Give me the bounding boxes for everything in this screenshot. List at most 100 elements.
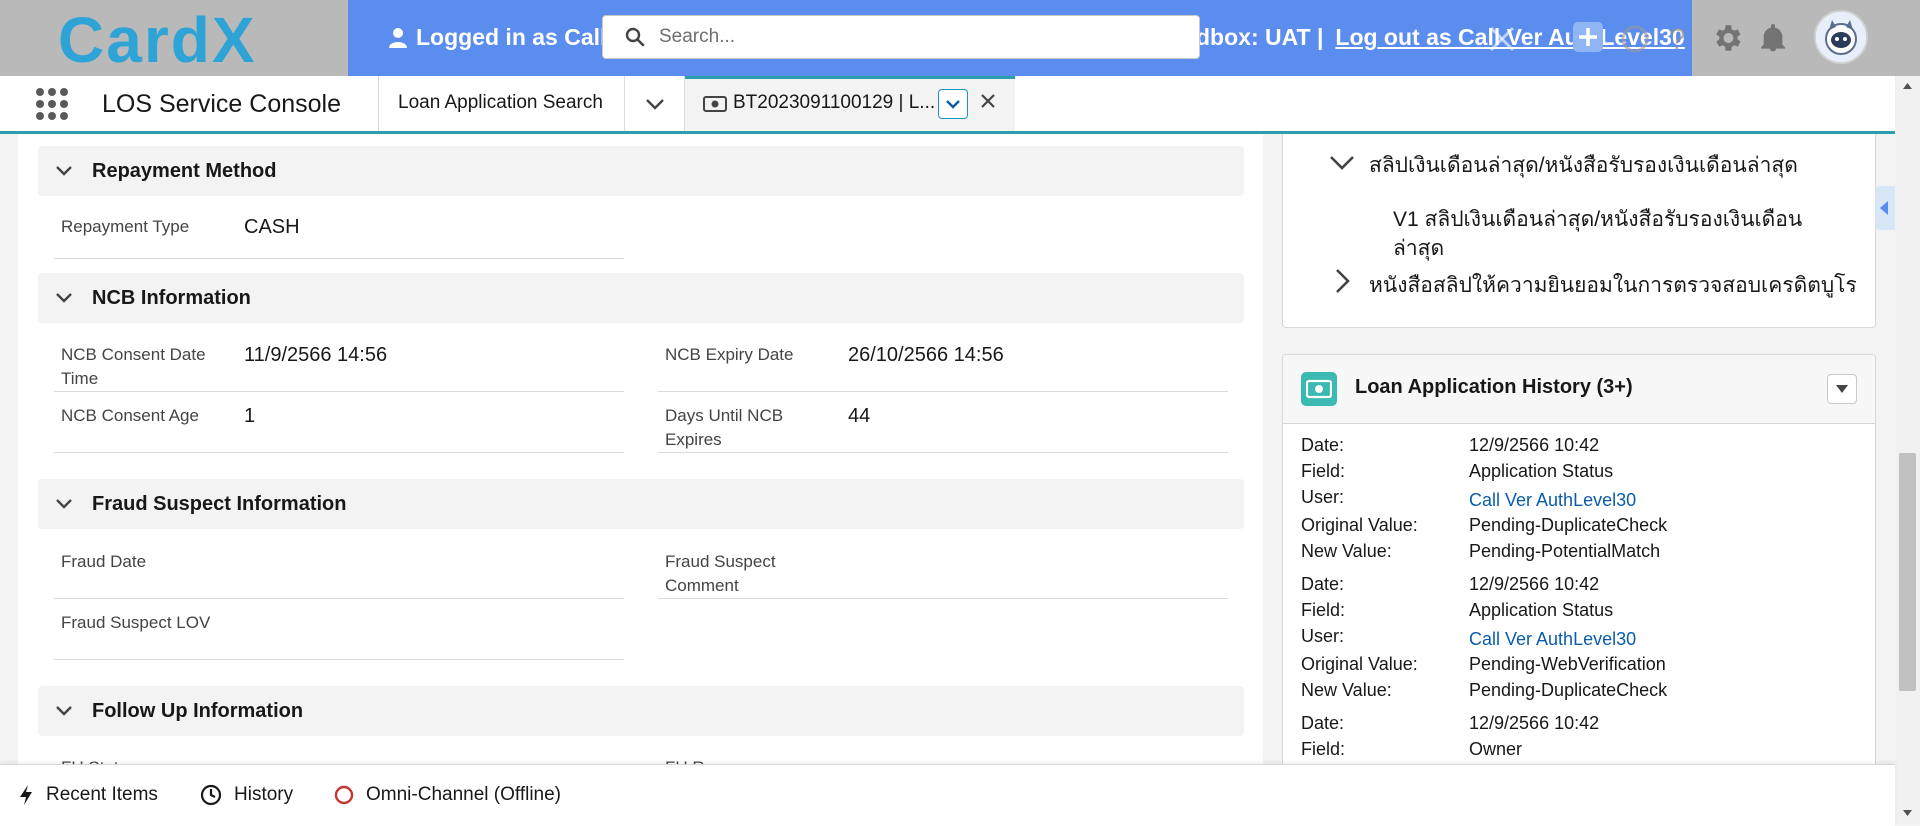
- field-label: Fraud Suspect LOV: [61, 613, 211, 632]
- setup-gear-icon[interactable]: [1710, 21, 1744, 55]
- history-row-field: Field: Application Status: [1301, 461, 1614, 481]
- chevron-down-icon: [946, 100, 960, 109]
- cardx-logo[interactable]: CardX: [58, 6, 298, 72]
- field-label: FU Status: [61, 756, 211, 764]
- field-value: 1: [244, 405, 256, 427]
- field-repayment-type: Repayment Type CASH: [54, 215, 624, 259]
- chevron-right-icon[interactable]: [1333, 267, 1353, 295]
- money-icon: [1301, 372, 1337, 406]
- field-label: FU R: [665, 756, 815, 764]
- clock-icon: [200, 784, 222, 806]
- sandbox-text: dbox: UAT |: [1196, 24, 1324, 50]
- section-ncb-information[interactable]: NCB Information: [38, 273, 1244, 323]
- document-item-line2[interactable]: ล่าสุด: [1393, 232, 1444, 265]
- money-icon: [703, 96, 727, 112]
- field-value: CASH: [244, 216, 300, 238]
- field-fu-r: FU R: [658, 756, 1228, 764]
- user-link[interactable]: Call Ver AuthLevel30: [1469, 629, 1636, 650]
- history-row-original-value: Original Value: Pending-WebVerification: [1301, 654, 1666, 674]
- help-icon[interactable]: ?: [1664, 22, 1694, 56]
- scroll-up-arrow-icon[interactable]: [1902, 82, 1913, 90]
- trailhead-icon[interactable]: [1618, 22, 1652, 56]
- section-follow-up-information[interactable]: Follow Up Information: [38, 686, 1244, 736]
- scroll-down-arrow-icon[interactable]: [1902, 809, 1913, 817]
- console-nav-bar: LOS Service Console Loan Application Sea…: [0, 76, 1895, 134]
- utility-history[interactable]: History: [200, 784, 293, 806]
- notification-bell-icon[interactable]: [1757, 21, 1789, 55]
- app-name: LOS Service Console: [102, 90, 342, 118]
- section-title: NCB Information: [92, 286, 251, 309]
- svg-text:?: ?: [1669, 23, 1686, 56]
- section-title: Repayment Method: [92, 159, 277, 182]
- documents-card: สลิปเงินเดือนล่าสุด/หนังสือรับรองเงินเดื…: [1282, 134, 1876, 328]
- history-row-field: Field: Owner: [1301, 739, 1523, 759]
- utility-omni-channel[interactable]: Omni-Channel (Offline): [334, 784, 561, 806]
- field-fraud-suspect-lov: Fraud Suspect LOV: [54, 611, 624, 660]
- field-label: NCB Consent Age: [61, 406, 199, 425]
- caret-left-icon: [1880, 201, 1888, 215]
- tab-actions-button[interactable]: [938, 89, 968, 119]
- user-link[interactable]: Call Ver AuthLevel30: [1469, 490, 1636, 511]
- field-value: 26/10/2566 14:56: [848, 344, 1004, 366]
- add-icon[interactable]: [1571, 20, 1605, 54]
- document-item-line1[interactable]: V1 สลิปเงินเดือนล่าสุด/หนังสือรับรองเงิน…: [1393, 203, 1802, 236]
- record-detail-panel: Repayment Method Repayment Type CASH NCB…: [18, 134, 1263, 764]
- field-label: Days Until NCB Expires: [665, 406, 784, 449]
- field-label: Fraud Date: [61, 552, 147, 571]
- field-ncb-consent-age: NCB Consent Age 1: [54, 404, 624, 453]
- global-search[interactable]: [602, 15, 1200, 59]
- section-fraud-suspect-information[interactable]: Fraud Suspect Information: [38, 479, 1244, 529]
- folder-collapsed[interactable]: หนังสือสลิปให้ความยินยอมในการตรวจสอบเครด…: [1369, 269, 1857, 302]
- avatar[interactable]: [1814, 10, 1868, 64]
- history-row-user: User: Call Ver AuthLevel30: [1301, 626, 1637, 650]
- loan-application-history-card: Loan Application History (3+) Date: 12/9/…: [1282, 354, 1876, 764]
- utility-recent-items[interactable]: Recent Items: [18, 784, 158, 806]
- tab-record-label: BT2023091100129 | L...: [733, 92, 936, 113]
- user-icon: [389, 27, 407, 48]
- app-launcher-icon[interactable]: [36, 88, 68, 120]
- history-actions-button[interactable]: [1827, 374, 1857, 404]
- history-row-user: User: Call Ver AuthLevel30: [1301, 487, 1637, 511]
- chevron-down-icon: [56, 293, 72, 303]
- tab-loan-application-search[interactable]: Loan Application Search: [398, 92, 603, 114]
- section-title: Fraud Suspect Information: [92, 492, 347, 515]
- tab-loan-application-record[interactable]: BT2023091100129 | L...: [685, 76, 1015, 131]
- collapse-side-panel-tab[interactable]: [1875, 186, 1895, 230]
- history-row-date: Date: 12/9/2566 10:42: [1301, 713, 1600, 733]
- field-fraud-suspect-comment: Fraud Suspect Comment: [658, 550, 1228, 599]
- svg-text:CardX: CardX: [58, 6, 257, 72]
- field-label: Fraud Suspect Comment: [665, 552, 776, 595]
- logged-in-label: Logged in as Call: [388, 24, 606, 51]
- lightning-icon: [20, 785, 32, 805]
- page-scrollbar[interactable]: [1895, 76, 1920, 825]
- favorites-icon[interactable]: [1485, 22, 1519, 56]
- scrollbar-thumb[interactable]: [1899, 453, 1916, 691]
- close-tab-icon[interactable]: [978, 91, 998, 111]
- field-value: 11/9/2566 14:56: [244, 344, 388, 366]
- field-ncb-expiry-date: NCB Expiry Date 26/10/2566 14:56: [658, 343, 1228, 392]
- section-repayment-method[interactable]: Repayment Method: [38, 146, 1244, 196]
- field-label: Repayment Type: [61, 217, 190, 236]
- chevron-down-icon: [56, 706, 72, 716]
- folder-expanded[interactable]: สลิปเงินเดือนล่าสุด/หนังสือรับรองเงินเดื…: [1369, 149, 1798, 182]
- astro-avatar-icon: [1816, 12, 1866, 62]
- utility-label: History: [234, 784, 294, 805]
- section-title: Follow Up Information: [92, 699, 304, 722]
- right-sidebar: สลิปเงินเดือนล่าสุด/หนังสือรับรองเงินเดื…: [1264, 134, 1895, 764]
- utility-bar: Recent Items History Omni-Channel (Offli…: [0, 764, 1895, 826]
- search-input[interactable]: [657, 25, 1161, 49]
- history-card-title[interactable]: Loan Application History (3+): [1355, 376, 1633, 399]
- logged-in-text: Logged in as Call: [416, 24, 607, 50]
- field-days-until-ncb-expires: Days Until NCB Expires 44: [658, 404, 1228, 453]
- chevron-down-icon[interactable]: [1328, 153, 1356, 173]
- history-row-new-value: New Value: Pending-PotentialMatch: [1301, 541, 1661, 561]
- field-ncb-consent-date-time: NCB Consent Date Time 11/9/2566 14:56: [54, 343, 624, 392]
- chevron-down-icon: [56, 499, 72, 509]
- utility-label: Omni-Channel (Offline): [366, 784, 562, 805]
- history-row-date: Date: 12/9/2566 10:42: [1301, 435, 1600, 455]
- chevron-down-icon: [56, 166, 72, 176]
- history-card-header: Loan Application History (3+): [1283, 355, 1875, 424]
- history-row-date: Date: 12/9/2566 10:42: [1301, 574, 1600, 594]
- nav-menu-chevron-down-icon[interactable]: [644, 95, 666, 113]
- field-fraud-date: Fraud Date: [54, 550, 624, 599]
